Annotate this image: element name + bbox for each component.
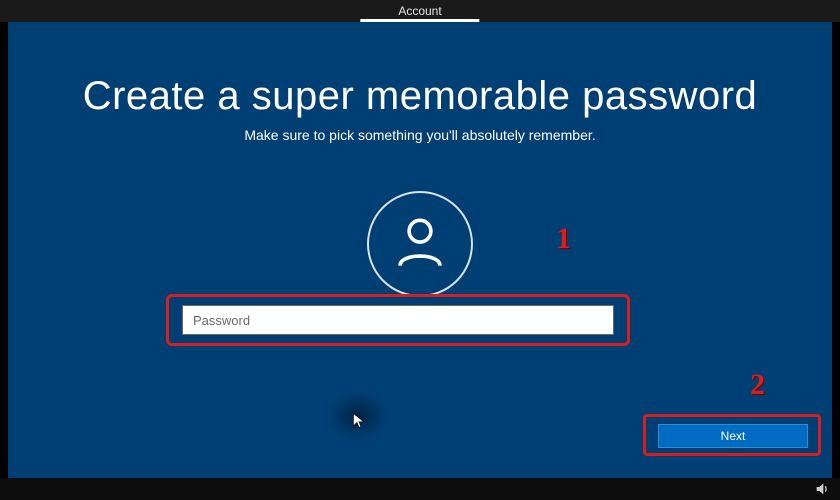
- cursor-icon: [352, 412, 366, 430]
- avatar-circle: [367, 191, 473, 297]
- tab-account[interactable]: Account: [360, 0, 479, 22]
- volume-icon[interactable]: [814, 481, 830, 497]
- setup-screen: Create a super memorable password Make s…: [8, 22, 832, 478]
- page-subtitle: Make sure to pick something you'll absol…: [8, 127, 832, 143]
- page-title: Create a super memorable password: [8, 74, 832, 119]
- bottom-bar: [0, 478, 840, 500]
- annotation-label-1: 1: [556, 222, 571, 256]
- user-icon: [391, 213, 449, 276]
- annotation-label-2: 2: [750, 368, 765, 402]
- password-input[interactable]: [182, 305, 614, 335]
- next-button[interactable]: Next: [658, 424, 808, 448]
- top-bar: Account: [0, 0, 840, 22]
